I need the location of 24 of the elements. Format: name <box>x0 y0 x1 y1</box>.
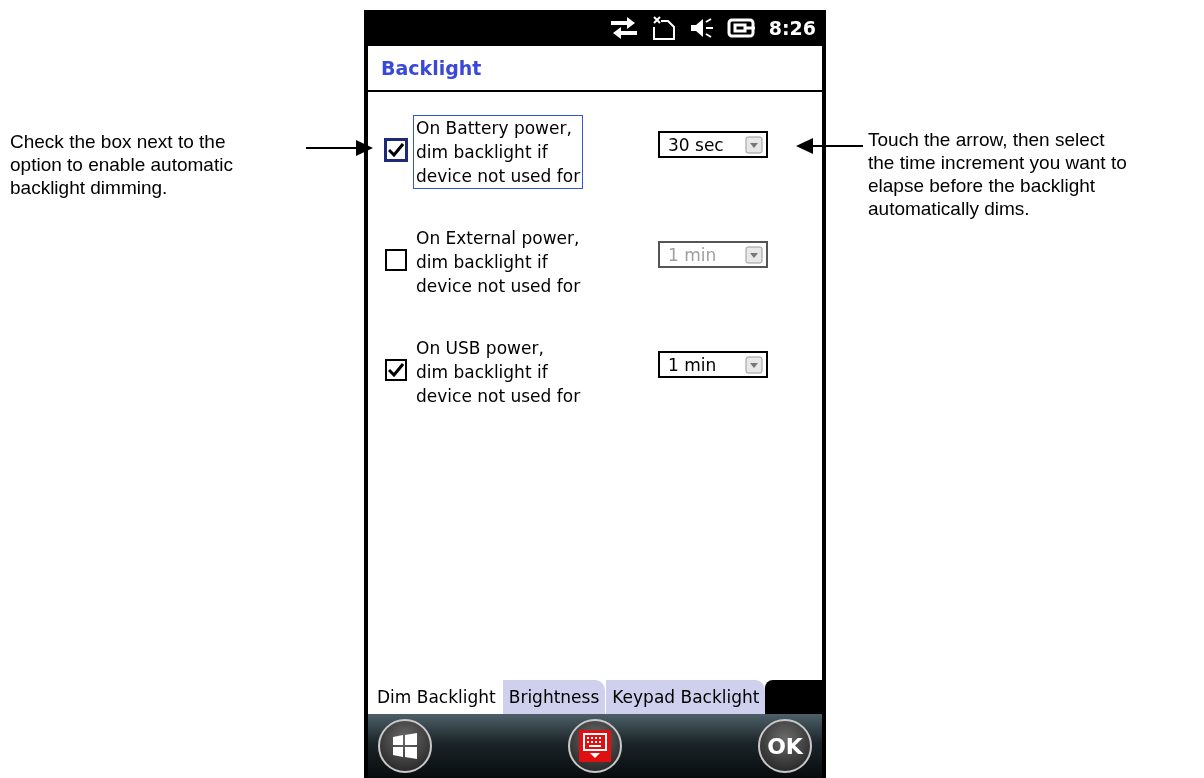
time-dropdown[interactable]: 30 sec <box>658 131 768 158</box>
status-time: 8:26 <box>768 17 816 39</box>
keyboard-button[interactable] <box>568 719 622 773</box>
ok-button[interactable]: OK <box>758 719 812 773</box>
option-label: On USB power, dim backlight if device not used for <box>415 337 582 408</box>
callout-text: Touch the arrow, then select the time increment you want to elapse before the backlight automatically dims. <box>868 128 1128 220</box>
battery-charging-icon <box>726 17 757 39</box>
tab[interactable]: Keypad Backlight <box>605 680 766 714</box>
start-button[interactable] <box>378 719 432 773</box>
speaker-muted-icon <box>688 16 715 40</box>
checkbox[interactable] <box>385 359 407 381</box>
option-label: On Battery power, dim backlight if device not used for <box>413 115 584 189</box>
no-sim-icon <box>650 15 677 41</box>
checkmark-icon <box>388 363 404 377</box>
data-transfer-icon <box>608 16 639 40</box>
windows-logo-icon <box>391 732 419 760</box>
callout-text: Check the box next to the option to enable automatic backlight dimming. <box>10 130 234 199</box>
time-dropdown[interactable]: 1 min <box>658 351 768 378</box>
keyboard-icon <box>579 730 611 762</box>
option-label: On External power, dim backlight if device not used for <box>415 227 582 298</box>
tab[interactable]: Brightness <box>501 680 606 714</box>
checkbox[interactable] <box>385 139 407 161</box>
checkmark-icon <box>388 143 404 157</box>
screen-title: Backlight <box>381 57 482 79</box>
